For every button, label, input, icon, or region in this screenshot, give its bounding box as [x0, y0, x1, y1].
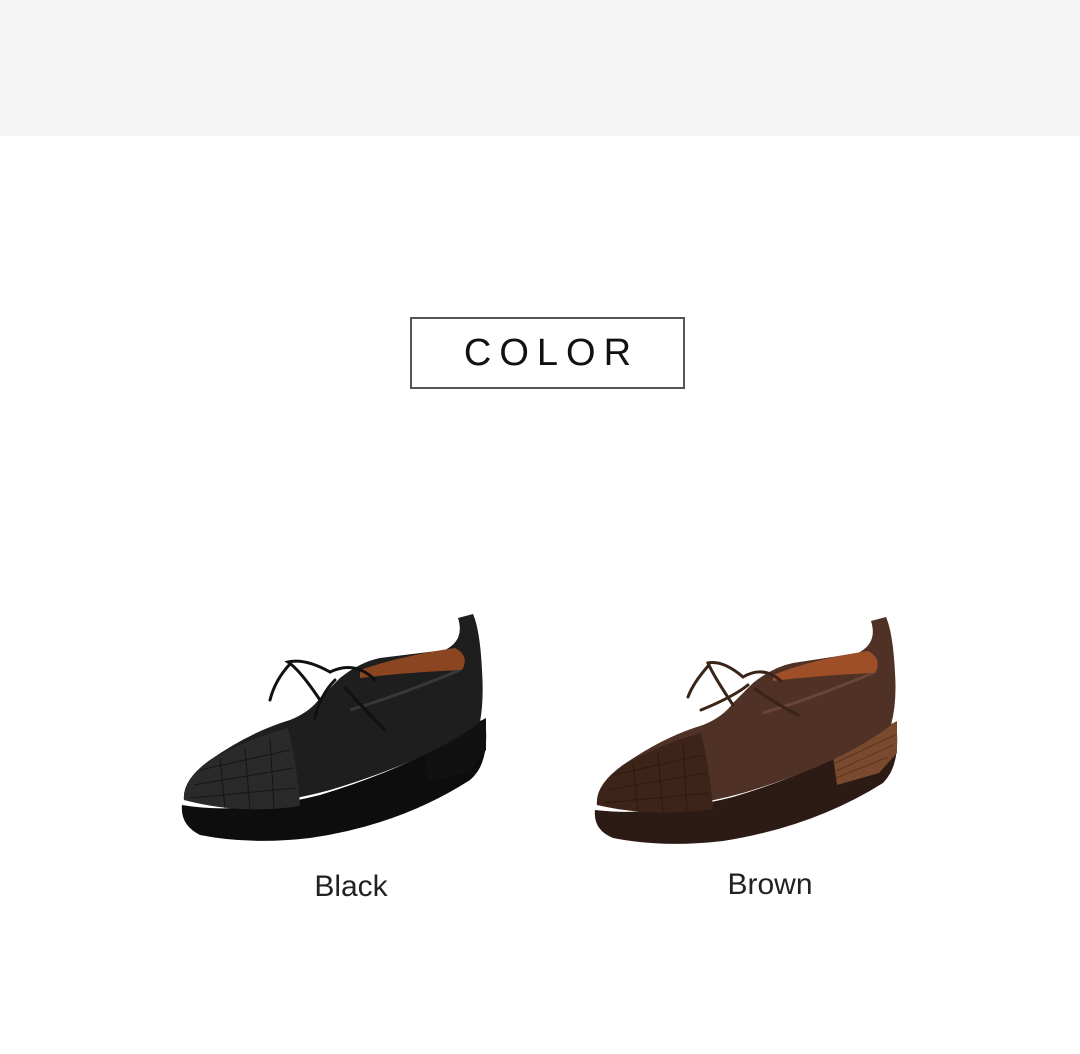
black-shoe-image[interactable] — [170, 600, 500, 860]
label-brown: Brown — [727, 868, 813, 901]
section-title: COLOR — [463, 331, 640, 374]
color-section-header: COLOR — [410, 317, 685, 389]
label-black: Black — [314, 870, 388, 903]
top-band — [0, 0, 1080, 136]
brown-shoe-image[interactable] — [583, 605, 913, 865]
